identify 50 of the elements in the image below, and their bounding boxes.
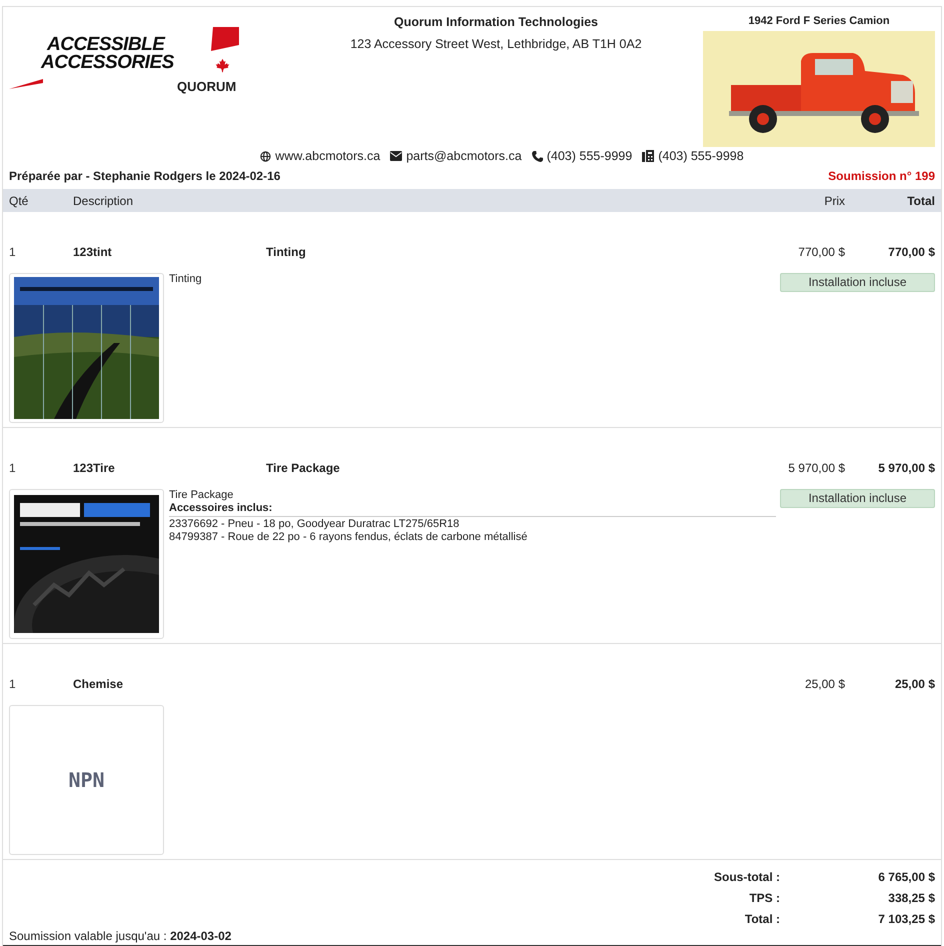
column-header: Description bbox=[73, 194, 134, 208]
envelope-icon bbox=[390, 151, 402, 161]
contact-text: www.abcmotors.ca bbox=[275, 149, 380, 163]
quote-number: Soumission n° 199 bbox=[828, 169, 935, 183]
logo-text: ACCESSIBLE bbox=[47, 35, 164, 54]
company-name: Quorum Information Technologies bbox=[393, 15, 599, 29]
total-label: Total : bbox=[744, 912, 780, 926]
line-total: 5 970,00 $ bbox=[877, 461, 935, 475]
vehicle-title: 1942 Ford F Series Camion bbox=[747, 15, 891, 27]
column-header: Qté bbox=[9, 194, 30, 208]
total-value: 6 765,00 $ bbox=[877, 870, 935, 884]
accessory-line: 84799387 - Roue de 22 po - 6 rayons fendus, éclats de carbone métallisé bbox=[169, 531, 528, 544]
company-address: 123 Accessory Street West, Lethbridge, AB T1H 0A2 bbox=[349, 37, 643, 51]
product-name: Tire Package bbox=[266, 461, 340, 475]
contact-text: parts@abcmotors.ca bbox=[406, 149, 522, 163]
maple-leaf-icon bbox=[215, 58, 230, 73]
installation-badge: Installation incluse bbox=[780, 273, 935, 292]
line-total: 770,00 $ bbox=[887, 245, 935, 259]
quantity: 1 bbox=[9, 461, 17, 475]
total-label: TPS : bbox=[749, 890, 780, 904]
contact-text: (403) 555-9999 bbox=[546, 149, 632, 163]
column-header: Total bbox=[906, 194, 935, 208]
prepared-by: Préparée par - Stephanie Rodgers le 2024-02-16 bbox=[9, 169, 280, 183]
validity-text: Soumission valable jusqu'au : 2024-03-02 bbox=[9, 929, 232, 943]
quantity: 1 bbox=[9, 677, 17, 691]
total-value: 338,25 $ bbox=[887, 890, 935, 904]
logo-byline: QUORUM bbox=[177, 79, 236, 94]
accessories-label: Accessoires inclus: bbox=[169, 502, 776, 517]
installation-badge: Installation incluse bbox=[780, 489, 935, 508]
product-code: 123Tire bbox=[73, 461, 116, 475]
quantity: 1 bbox=[9, 245, 17, 259]
accessory-line: 23376692 - Pneu - 18 po, Goodyear Duratrac LT275/65R18 bbox=[169, 518, 460, 531]
unit-price: 25,00 $ bbox=[804, 677, 845, 691]
item-description: Tinting bbox=[169, 273, 203, 286]
globe-icon bbox=[260, 150, 272, 162]
item-description: Tire Package bbox=[169, 489, 234, 502]
phone-icon bbox=[532, 150, 543, 162]
product-name: Tinting bbox=[266, 245, 306, 259]
total-label: Sous-total : bbox=[714, 870, 780, 884]
unit-price: 770,00 $ bbox=[797, 245, 845, 259]
product-code: Chemise bbox=[73, 677, 124, 691]
line-total: 25,00 $ bbox=[894, 677, 935, 691]
product-code: 123tint bbox=[73, 245, 113, 259]
no-picture-text: NPN bbox=[68, 768, 105, 792]
contact-text: (403) 555-9998 bbox=[658, 149, 744, 163]
fax-icon bbox=[642, 150, 654, 162]
column-header: Prix bbox=[823, 194, 845, 208]
unit-price: 5 970,00 $ bbox=[787, 461, 845, 475]
total-value: 7 103,25 $ bbox=[877, 912, 935, 926]
logo-text: ACCESSORIES bbox=[41, 53, 174, 72]
